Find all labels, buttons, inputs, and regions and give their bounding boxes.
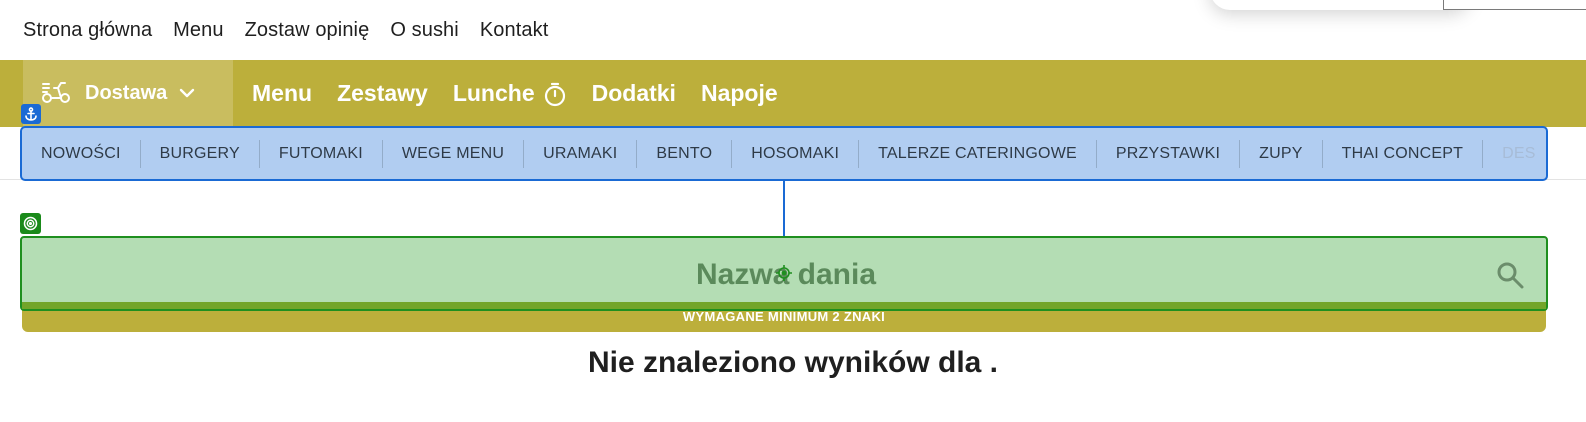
- anchor-icon: [21, 104, 41, 124]
- category-bento[interactable]: BENTO: [637, 139, 733, 168]
- main-link-sets[interactable]: Zestawy: [337, 80, 428, 107]
- category-burgers[interactable]: BURGERY: [141, 139, 260, 168]
- category-uramaki[interactable]: URAMAKI: [524, 139, 638, 168]
- category-futomaki[interactable]: FUTOMAKI: [260, 139, 383, 168]
- category-starters[interactable]: PRZYSTAWKI: [1097, 139, 1241, 168]
- target-icon: [20, 213, 41, 234]
- page: Strona główna Menu Zostaw opinię O sushi…: [0, 0, 1586, 422]
- main-link-lunch[interactable]: Lunche: [453, 80, 567, 107]
- category-soups[interactable]: ZUPY: [1240, 139, 1323, 168]
- top-nav: Strona główna Menu Zostaw opinię O sushi…: [0, 0, 1586, 60]
- main-links: Menu Zestawy Lunche Dodatki Napoje: [252, 60, 803, 127]
- main-link-menu[interactable]: Menu: [252, 80, 312, 107]
- main-link-drinks[interactable]: Napoje: [701, 80, 778, 107]
- top-nav-menu[interactable]: Menu: [173, 19, 223, 42]
- category-new[interactable]: NOWOŚCI: [22, 139, 141, 168]
- stopwatch-icon: [544, 82, 565, 106]
- top-nav-contact[interactable]: Kontakt: [480, 19, 549, 42]
- main-link-lunch-label: Lunche: [452, 80, 535, 106]
- main-nav-bar: Dostawa Menu Zestawy Lunche Dodatki Napo…: [0, 60, 1586, 127]
- delivery-dropdown[interactable]: Dostawa: [23, 60, 233, 127]
- no-results-message: Nie znaleziono wyników dla .: [587, 346, 999, 379]
- top-nav-about[interactable]: O sushi: [390, 19, 459, 42]
- category-strip[interactable]: NOWOŚCI BURGERY FUTOMAKI WEGE MENU URAMA…: [20, 126, 1548, 181]
- search-underline: [22, 302, 1546, 309]
- top-nav-feedback[interactable]: Zostaw opinię: [245, 19, 370, 42]
- search-icon[interactable]: [1495, 260, 1525, 295]
- scooter-icon: [41, 78, 71, 109]
- chevron-down-icon: [179, 85, 195, 103]
- main-link-extras[interactable]: Dodatki: [592, 80, 676, 107]
- category-desserts[interactable]: DES: [1483, 140, 1546, 168]
- category-hosomaki[interactable]: HOSOMAKI: [732, 139, 860, 168]
- crosshair-icon: [776, 265, 792, 286]
- category-catering[interactable]: TALERZE CATERINGOWE: [859, 139, 1097, 168]
- top-nav-home[interactable]: Strona główna: [23, 19, 152, 42]
- category-vege[interactable]: WEGE MENU: [383, 139, 525, 168]
- search-hint: WYMAGANE MINIMUM 2 ZNAKI: [682, 309, 886, 324]
- delivery-label: Dostawa: [85, 82, 168, 104]
- connector-line: [783, 181, 785, 237]
- category-thai[interactable]: THAI CONCEPT: [1323, 139, 1484, 168]
